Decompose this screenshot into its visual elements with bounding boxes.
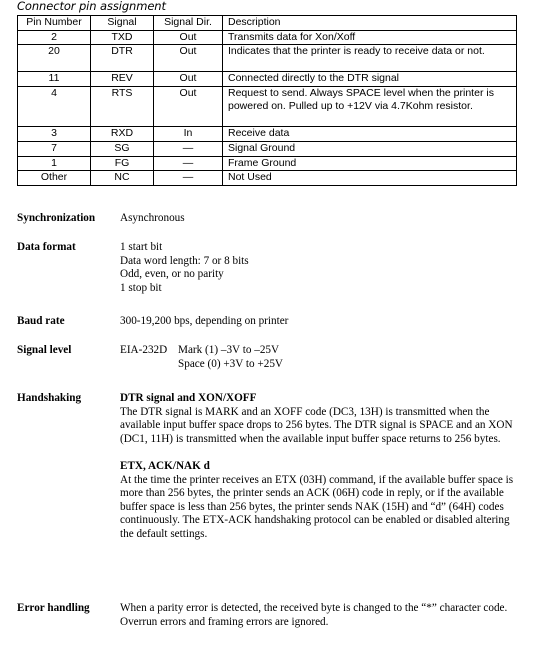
cell-description: Indicates that the printer is ready to r… <box>222 44 517 73</box>
table-row: 20 DTR Out Indicates that the printer is… <box>17 44 517 73</box>
cell-signal: DTR <box>90 44 154 73</box>
cell-signal-dir: Out <box>153 71 223 88</box>
cell-pin-number: Other <box>17 170 91 186</box>
spec-value-synchronization: Asynchronous <box>120 212 526 226</box>
column-header-signal-dir: Signal Dir. <box>153 15 223 31</box>
spec-label-handshaking: Handshaking <box>17 392 82 404</box>
cell-signal-dir: Out <box>153 29 223 46</box>
cell-signal: FG <box>90 155 154 172</box>
spec-label-synchronization: Synchronization <box>17 212 96 224</box>
column-header-signal: Signal <box>90 15 154 31</box>
handshaking-section-1-body: The DTR signal is MARK and an XOFF code … <box>120 405 513 445</box>
column-header-description: Description <box>222 15 517 31</box>
cell-pin-number: 20 <box>17 44 91 73</box>
table-row: 4 RTS Out Request to send. Always SPACE … <box>17 86 517 128</box>
table-header-row: Pin Number Signal Signal Dir. Descriptio… <box>17 15 517 31</box>
cell-signal: TXD <box>90 29 154 46</box>
cell-description: Transmits data for Xon/Xoff <box>222 29 517 46</box>
cell-signal: REV <box>90 71 154 88</box>
table-row: Other NC — Not Used <box>17 170 517 186</box>
table-row: 11 REV Out Connected directly to the DTR… <box>17 71 517 88</box>
error-handling-body: When a parity error is detected, the rec… <box>120 602 508 628</box>
cell-pin-number: 1 <box>17 155 91 172</box>
cell-signal: NC <box>90 170 154 186</box>
cell-pin-number: 7 <box>17 140 91 157</box>
cell-signal: RXD <box>90 126 154 142</box>
cell-signal: RTS <box>90 86 154 128</box>
connector-pin-assignment-table: Pin Number Signal Signal Dir. Descriptio… <box>17 15 517 186</box>
cell-signal-dir: Out <box>153 86 223 128</box>
spec-label-signal-level: Signal level <box>17 344 72 356</box>
cell-pin-number: 11 <box>17 71 91 88</box>
cell-pin-number: 2 <box>17 29 91 46</box>
signal-level-values: Mark (1) –3V to –25V Space (0) +3V to +2… <box>178 344 283 371</box>
data-format-line-2: Data word length: 7 or 8 bits <box>120 254 249 267</box>
cell-description: Frame Ground <box>222 155 517 172</box>
spec-label-error-handling: Error handling <box>17 602 90 614</box>
handshaking-section-2-body: At the time the printer receives an ETX … <box>120 473 514 540</box>
table-row: 7 SG — Signal Ground <box>17 140 517 157</box>
table-row: 1 FG — Frame Ground <box>17 155 517 172</box>
table-header: Pin Number Signal Signal Dir. Descriptio… <box>17 15 517 31</box>
spec-value-handshaking: DTR signal and XON/XOFF The DTR signal i… <box>120 392 526 542</box>
cell-signal-dir: Out <box>153 44 223 73</box>
signal-level-group: EIA-232D Mark (1) –3V to –25V Space (0) … <box>120 344 526 372</box>
data-format-line-4: 1 stop bit <box>120 281 162 294</box>
baud-rate-value: 300-19,200 bps, depending on printer <box>120 315 289 327</box>
cell-pin-number: 4 <box>17 86 91 128</box>
signal-level-space: Space (0) +3V to +25V <box>178 357 284 370</box>
cell-signal-dir: — <box>153 140 223 157</box>
cell-signal: SG <box>90 140 154 157</box>
page-title: Connector pin assignment <box>17 0 166 13</box>
document-page: Connector pin assignment Pin Number Sign… <box>0 0 546 653</box>
spec-value-baud-rate: 300-19,200 bps, depending on printer <box>120 315 526 329</box>
cell-signal-dir: — <box>153 155 223 172</box>
table-body: 2 TXD Out Transmits data for Xon/Xoff 20… <box>17 29 517 186</box>
synchronization-value: Asynchronous <box>120 212 185 224</box>
cell-description: Request to send. Always SPACE level when… <box>222 86 517 128</box>
signal-level-mark: Mark (1) –3V to –25V <box>178 344 280 356</box>
cell-pin-number: 3 <box>17 126 91 142</box>
spec-label-data-format: Data format <box>17 241 76 253</box>
handshaking-section-2-heading: ETX, ACK/NAK d <box>120 459 210 472</box>
cell-signal-dir: — <box>153 170 223 186</box>
spec-value-signal-level: EIA-232D Mark (1) –3V to –25V Space (0) … <box>120 344 526 372</box>
signal-level-standard: EIA-232D <box>120 344 168 356</box>
cell-description: Signal Ground <box>222 140 517 157</box>
spec-value-data-format: 1 start bit Data word length: 7 or 8 bit… <box>120 241 526 295</box>
table-row: 3 RXD In Receive data <box>17 126 517 142</box>
handshaking-section-1-heading: DTR signal and XON/XOFF <box>120 392 257 404</box>
cell-signal-dir: In <box>153 126 223 142</box>
cell-description: Receive data <box>222 126 517 142</box>
cell-description: Not Used <box>222 170 517 186</box>
spec-label-baud-rate: Baud rate <box>17 315 65 327</box>
column-header-pin-number: Pin Number <box>17 15 91 31</box>
data-format-line-3: Odd, even, or no parity <box>120 268 224 281</box>
spec-value-error-handling: When a parity error is detected, the rec… <box>120 602 526 629</box>
table-row: 2 TXD Out Transmits data for Xon/Xoff <box>17 29 517 46</box>
data-format-line-1: 1 start bit <box>120 241 163 253</box>
cell-description: Connected directly to the DTR signal <box>222 71 517 88</box>
